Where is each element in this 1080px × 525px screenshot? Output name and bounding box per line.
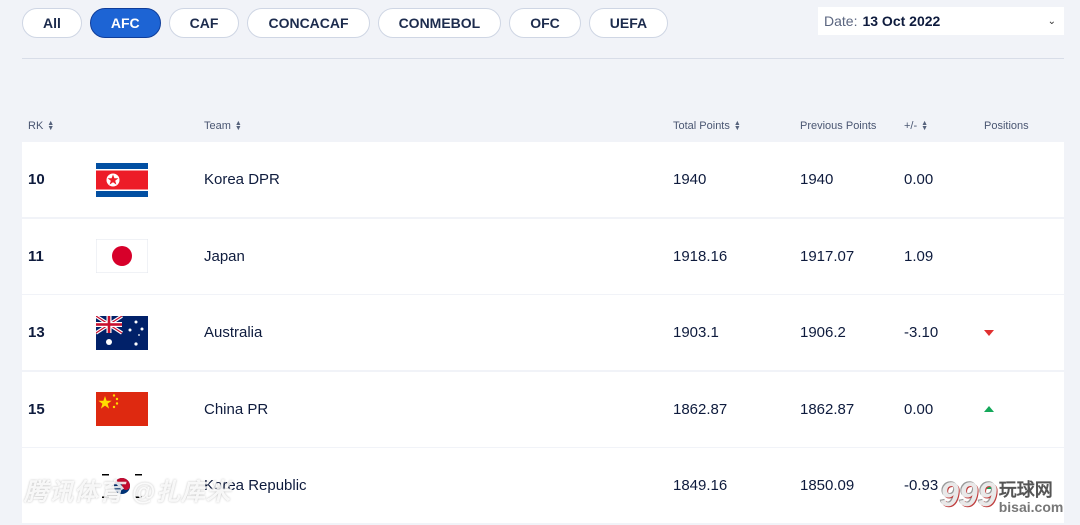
sort-icon: ▲ ▼ [47, 120, 55, 132]
table-row[interactable]: 15 China PR 1862.87 1862.87 0.00 [22, 371, 1064, 447]
japan-flag-icon [96, 219, 148, 294]
column-rk-label: RK [28, 120, 44, 132]
chevron-down-icon: ⌄ [1047, 15, 1056, 27]
column-team-label: Team [204, 120, 231, 132]
watermark-site: 玩球网 bisai.com [999, 481, 1064, 515]
watermark-text: 腾讯体育 @扎库米 [24, 479, 232, 506]
australia-flag-icon [96, 295, 148, 370]
filter-caf[interactable]: CAF [168, 8, 240, 38]
team-name[interactable]: Japan [204, 219, 245, 294]
date-label: Date: [824, 13, 858, 29]
rank: 10 [28, 171, 45, 188]
table-row[interactable]: 11 Japan 1918.16 1917.07 1.09 [22, 218, 1064, 294]
previous-points: 1940 [800, 171, 834, 188]
points-diff: -0.93 [904, 477, 939, 494]
previous-points: 1850.09 [800, 477, 855, 494]
column-positions-label: Positions [984, 120, 1029, 132]
total-points: 1918.16 [673, 247, 728, 265]
arrow-down-icon [984, 329, 994, 336]
table-row[interactable]: 13 Australia 1903.1 1906.2 -3.10 [22, 295, 1064, 370]
team-name[interactable]: Korea DPR [204, 142, 280, 217]
column-total-points[interactable]: Total Points ▲ ▼ [673, 120, 741, 132]
confederation-filters: All AFC CAF CONCACAF CONMEBOL OFC UEFA [22, 8, 669, 38]
position-change [984, 372, 994, 447]
ranking-table: 10 Korea DPR 1940 1940 0.00 11 Japan 191… [22, 142, 1064, 525]
rank: 11 [28, 247, 44, 265]
column-previous-label: Previous Points [800, 120, 877, 132]
team-name[interactable]: Australia [204, 295, 262, 370]
sort-icon: ▲ ▼ [733, 120, 741, 132]
filter-conmebol[interactable]: CONMEBOL [377, 8, 502, 38]
filter-afc[interactable]: AFC [89, 8, 161, 38]
date-select[interactable]: Date: 13 Oct 2022 ⌄ [818, 7, 1064, 35]
total-points: 1940 [673, 171, 707, 188]
points-diff: -3.10 [904, 324, 939, 341]
total-points: 1862.87 [673, 400, 728, 418]
filter-all[interactable]: All [22, 8, 82, 38]
column-rk[interactable]: RK ▲ ▼ [28, 120, 54, 132]
korea-dpr-flag-icon [96, 142, 148, 217]
points-diff: 1.09 [904, 247, 934, 265]
column-diff-label: +/- [904, 120, 918, 132]
column-team[interactable]: Team ▲ ▼ [204, 120, 242, 132]
points-diff: 0.00 [904, 400, 934, 418]
watermark-logo: 999 玩球网 bisai.com [940, 476, 1063, 515]
column-total-label: Total Points [673, 120, 730, 132]
china-flag-icon [96, 372, 148, 447]
watermark-number: 999 [940, 476, 997, 514]
filter-uefa[interactable]: UEFA [588, 8, 669, 38]
sort-icon: ▲ ▼ [234, 120, 242, 132]
filter-ofc[interactable]: OFC [509, 8, 581, 38]
watermark-site-en: bisai.com [998, 499, 1064, 516]
previous-points: 1917.07 [800, 247, 855, 265]
total-points: 1903.1 [673, 324, 719, 341]
column-positions: Positions [984, 120, 1029, 132]
divider [22, 58, 1064, 59]
arrow-up-icon [984, 406, 994, 412]
team-name[interactable]: China PR [204, 372, 268, 447]
date-value: 13 Oct 2022 [862, 13, 941, 29]
rank: 15 [28, 400, 45, 418]
sort-icon: ▲ ▼ [921, 120, 929, 132]
points-diff: 0.00 [904, 171, 934, 188]
filter-concacaf[interactable]: CONCACAF [247, 8, 370, 38]
total-points: 1849.16 [673, 477, 728, 494]
watermark-site-cn: 玩球网 [998, 480, 1053, 501]
position-change [984, 295, 994, 370]
column-diff[interactable]: +/- ▲ ▼ [904, 120, 928, 132]
table-row[interactable]: 10 Korea DPR 1940 1940 0.00 [22, 142, 1064, 217]
table-header: RK ▲ ▼ Team ▲ ▼ Total Points ▲ ▼ Previous P… [22, 116, 1064, 138]
previous-points: 1862.87 [800, 400, 855, 418]
previous-points: 1906.2 [800, 324, 846, 341]
rank: 13 [28, 324, 45, 341]
column-previous-points: Previous Points [800, 120, 876, 132]
